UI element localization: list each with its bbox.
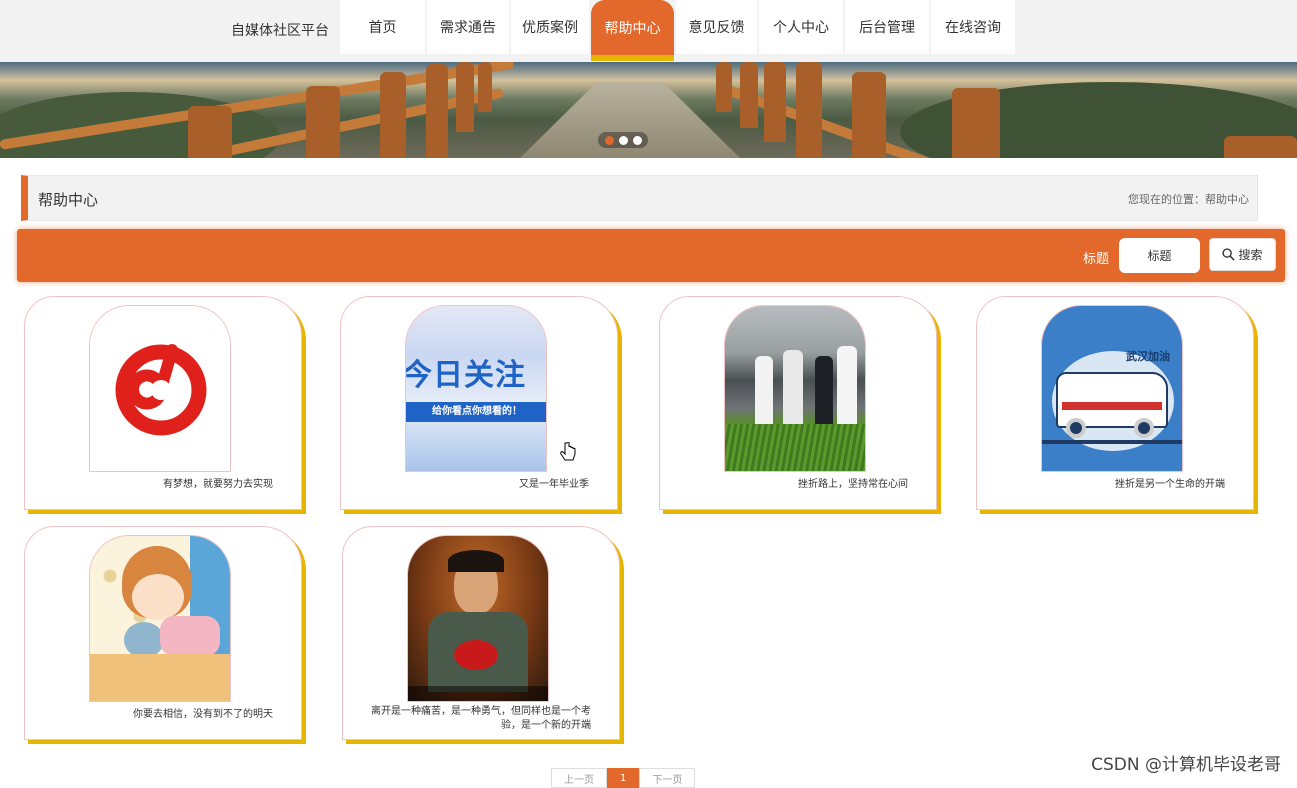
today-focus-image: 今日关注 给你看点你想看的！ — [405, 305, 547, 472]
nav-item-help-center[interactable]: 帮助中心 — [591, 0, 674, 61]
movie-still-image — [407, 535, 549, 702]
nav-item-profile[interactable]: 个人中心 — [759, 0, 843, 54]
search-button[interactable]: 搜索 — [1209, 238, 1276, 271]
card-title[interactable]: 有梦想，就要努力去实现 — [163, 478, 273, 492]
next-page-button[interactable]: 下一页 — [639, 768, 696, 788]
search-input[interactable] — [1119, 238, 1200, 273]
image-text-wuhan: 武汉加油 — [1126, 350, 1170, 363]
help-card[interactable]: 挫折路上，坚持常在心间 — [659, 296, 937, 510]
search-button-label: 搜索 — [1238, 248, 1263, 262]
pagination: 上一页 1 下一页 — [551, 768, 696, 788]
nav-item-feedback[interactable]: 意见反馈 — [676, 0, 757, 54]
watermark: CSDN @计算机毕设老哥 — [1091, 755, 1281, 775]
ambulance-image: 武汉加油 — [1041, 305, 1183, 472]
nav-item-home[interactable]: 首页 — [340, 0, 425, 54]
help-card[interactable]: 今日关注 给你看点你想看的！ 又是一年毕业季 — [340, 296, 618, 510]
banner-carousel[interactable] — [0, 62, 1297, 158]
card-title[interactable]: 挫折路上，坚持常在心间 — [798, 478, 908, 492]
page-title: 帮助中心 — [38, 191, 99, 209]
site-brand[interactable]: 自媒体社区平台 — [231, 20, 329, 40]
carousel-dot[interactable] — [604, 135, 614, 145]
hand-cursor-icon — [560, 442, 576, 461]
card-title[interactable]: 离开是一种痛苦，是一种勇气，但同样也是一个考验，是一个新的开端 — [361, 705, 591, 733]
sleeping-girl-image — [89, 535, 231, 702]
nav-item-online-consult[interactable]: 在线咨询 — [931, 0, 1015, 54]
search-label: 标题 — [1083, 252, 1110, 267]
section-header: 帮助中心 您现在的位置：帮助中心 — [21, 175, 1258, 221]
help-card[interactable]: 你要去相信，没有到不了的明天 — [24, 526, 302, 740]
image-text-subline: 给你看点你想看的！ — [406, 402, 546, 422]
search-bar: 标题 搜索 — [17, 229, 1285, 282]
search-icon — [1222, 248, 1236, 261]
card-title[interactable]: 你要去相信，没有到不了的明天 — [133, 708, 273, 722]
help-card[interactable]: 有梦想，就要努力去实现 — [24, 296, 302, 510]
carousel-dot[interactable] — [632, 135, 642, 145]
nav-item-admin[interactable]: 后台管理 — [845, 0, 929, 54]
nav-item-demands[interactable]: 需求通告 — [427, 0, 509, 54]
card-title[interactable]: 挫折是另一个生命的开端 — [1115, 478, 1225, 492]
carousel-dot[interactable] — [618, 135, 628, 145]
top-navigation: 自媒体社区平台 首页 需求通告 优质案例 帮助中心 意见反馈 个人中心 后台管理… — [0, 0, 1297, 62]
current-page-button[interactable]: 1 — [607, 768, 640, 788]
officials-field-image — [724, 305, 866, 472]
carousel-indicators — [598, 132, 648, 148]
nav-item-cases[interactable]: 优质案例 — [511, 0, 589, 54]
prev-page-button[interactable]: 上一页 — [551, 768, 607, 788]
banner-sea — [0, 62, 1297, 80]
breadcrumb: 您现在的位置：帮助中心 — [1128, 193, 1249, 206]
image-text-headline: 今日关注 — [405, 358, 526, 393]
help-card[interactable]: 离开是一种痛苦，是一种勇气，但同样也是一个考验，是一个新的开端 — [342, 526, 620, 740]
card-title[interactable]: 又是一年毕业季 — [519, 478, 589, 492]
help-card[interactable]: 武汉加油 挫折是另一个生命的开端 — [976, 296, 1254, 510]
netease-music-logo-image — [89, 305, 231, 472]
